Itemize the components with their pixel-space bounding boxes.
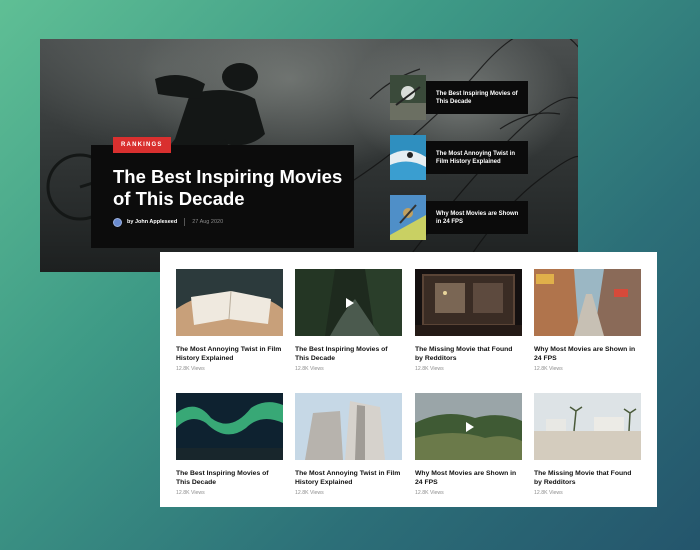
video-thumbnail[interactable]	[534, 269, 641, 336]
video-title[interactable]: The Missing Movie that Found by Redditor…	[534, 470, 641, 487]
video-thumbnail[interactable]	[295, 393, 402, 460]
side-article-1[interactable]: The Best Inspiring Movies of This Decade	[390, 75, 528, 120]
side-article-3[interactable]: Why Most Movies are Shown in 24 FPS	[390, 195, 528, 240]
video-views: 12.8K Views	[295, 490, 324, 496]
video-card[interactable]: The Missing Movie that Found by Redditor…	[534, 393, 641, 496]
side-article-title: The Best Inspiring Movies of This Decade	[436, 91, 518, 105]
video-card[interactable]: The Best Inspiring Movies of This Decade…	[176, 393, 283, 496]
video-title[interactable]: The Most Annoying Twist in Film History …	[295, 470, 402, 487]
side-thumbnail	[390, 135, 426, 180]
video-views: 12.8K Views	[534, 490, 563, 496]
play-icon	[345, 297, 354, 308]
video-card[interactable]: The Most Annoying Twist in Film History …	[176, 269, 283, 372]
video-title[interactable]: Why Most Movies are Shown in 24 FPS	[534, 346, 641, 363]
hero-title[interactable]: The Best Inspiring Movies of This Decade	[113, 166, 343, 210]
meta-divider	[184, 218, 186, 226]
hero-banner[interactable]: RANKINGS The Best Inspiring Movies of Th…	[40, 39, 578, 272]
video-thumbnail[interactable]	[176, 393, 283, 460]
video-views: 12.8K Views	[415, 366, 444, 372]
video-title[interactable]: Why Most Movies are Shown in 24 FPS	[415, 470, 522, 487]
side-article-title: The Most Annoying Twist in Film History …	[436, 151, 515, 165]
video-thumbnail[interactable]	[415, 269, 522, 336]
publish-date: 27 Aug 2020	[192, 219, 224, 225]
video-title[interactable]: The Most Annoying Twist in Film History …	[176, 346, 283, 363]
category-tag[interactable]: RANKINGS	[113, 137, 171, 153]
author-name[interactable]: by John Appleseed	[127, 219, 177, 225]
video-views: 12.8K Views	[295, 366, 324, 372]
avatar	[113, 217, 122, 227]
video-thumbnail[interactable]	[176, 269, 283, 336]
video-card[interactable]: The Missing Movie that Found by Redditor…	[415, 269, 522, 372]
side-thumbnail	[390, 195, 426, 240]
video-card[interactable]: Why Most Movies are Shown in 24 FPS 12.8…	[534, 269, 641, 372]
video-card[interactable]: Why Most Movies are Shown in 24 FPS 12.8…	[415, 393, 522, 496]
side-article-title: Why Most Movies are Shown in 24 FPS	[436, 211, 519, 225]
video-card[interactable]: The Most Annoying Twist in Film History …	[295, 393, 402, 496]
side-thumbnail	[390, 75, 426, 120]
hero-meta: by John Appleseed 27 Aug 2020	[113, 217, 223, 227]
play-icon	[465, 421, 474, 432]
video-thumbnail[interactable]	[534, 393, 641, 460]
video-views: 12.8K Views	[176, 366, 205, 372]
video-views: 12.8K Views	[415, 490, 444, 496]
video-thumbnail[interactable]	[295, 269, 402, 336]
video-grid-card: The Most Annoying Twist in Film History …	[160, 252, 657, 507]
video-card[interactable]: The Best Inspiring Movies of This Decade…	[295, 269, 402, 372]
video-title[interactable]: The Missing Movie that Found by Redditor…	[415, 346, 522, 363]
video-title[interactable]: The Best Inspiring Movies of This Decade	[295, 346, 402, 363]
video-views: 12.8K Views	[534, 366, 563, 372]
video-thumbnail[interactable]	[415, 393, 522, 460]
video-title[interactable]: The Best Inspiring Movies of This Decade	[176, 470, 283, 487]
video-views: 12.8K Views	[176, 490, 205, 496]
side-article-2[interactable]: The Most Annoying Twist in Film History …	[390, 135, 528, 180]
